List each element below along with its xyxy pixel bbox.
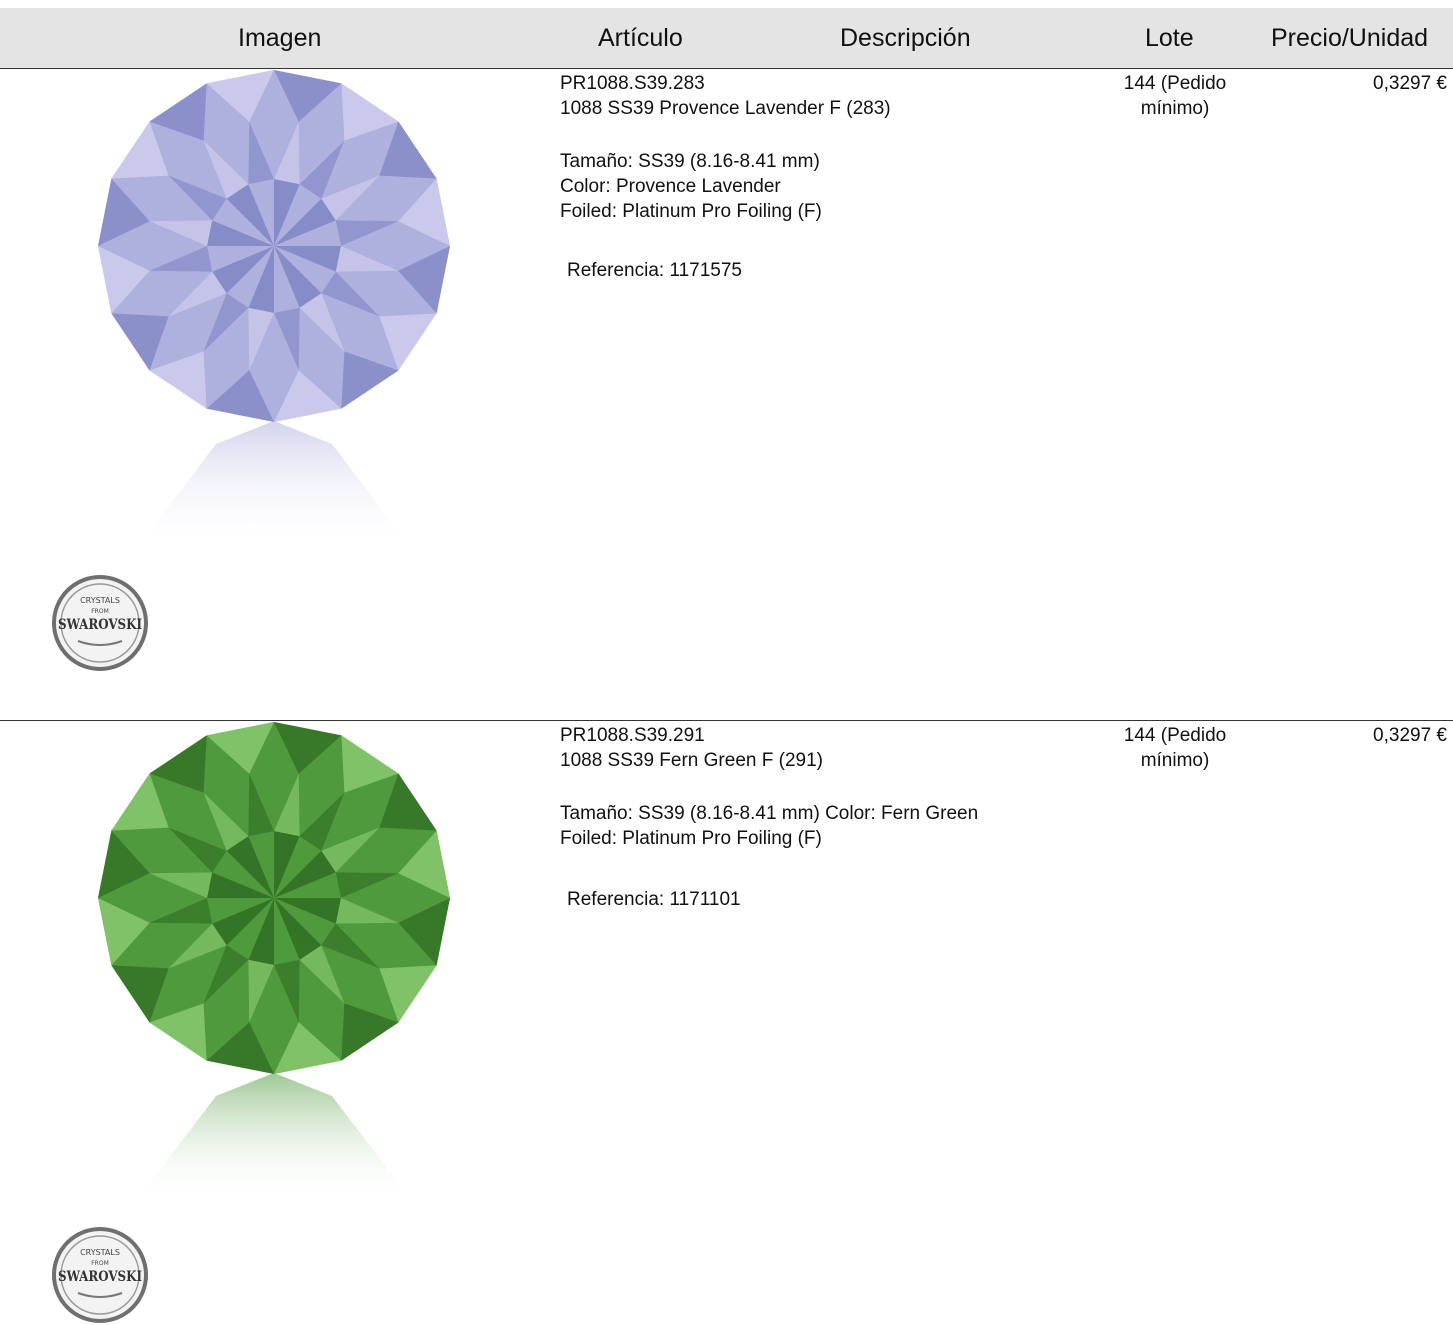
header-descripcion: Descripción (840, 24, 971, 52)
svg-text:FROM: FROM (91, 608, 109, 615)
article-specs: Tamaño: SS39 (8.16-8.41 mm) Color: Fern … (560, 801, 978, 851)
header-imagen: Imagen (238, 24, 322, 52)
lote-line: 144 (Pedido (1123, 725, 1227, 746)
crystal-image[interactable] (96, 69, 452, 559)
spec-line: Foiled: Platinum Pro Foiling (F) (560, 201, 822, 222)
article-name[interactable]: 1088 SS39 Fern Green F (291) (560, 748, 823, 773)
product-row: CRYSTALS FROM SWAROVSKI PR1088.S39.283 108… (0, 69, 1453, 719)
svg-text:CRYSTALS: CRYSTALS (80, 1248, 120, 1257)
unit-price: 0,3297 € (1373, 73, 1447, 94)
spec-line: Tamaño: SS39 (8.16-8.41 mm) (560, 151, 820, 172)
article-specs: Tamaño: SS39 (8.16-8.41 mm) Color: Prove… (560, 149, 822, 224)
product-row: CRYSTALS FROM SWAROVSKI PR1088.S39.291 108… (0, 720, 1453, 1323)
lote-line: mínimo) (1140, 750, 1210, 771)
header-precio: Precio/Unidad (1271, 24, 1429, 52)
article-code[interactable]: PR1088.S39.291 (560, 723, 705, 748)
article-code[interactable]: PR1088.S39.283 (560, 71, 705, 96)
lote-value: 144 (Pedido mínimo) (1100, 71, 1250, 121)
lote-line: mínimo) (1140, 98, 1210, 119)
article-reference: Referencia: 1171575 (567, 260, 742, 281)
lote-value: 144 (Pedido mínimo) (1100, 723, 1250, 773)
unit-price: 0,3297 € (1373, 725, 1447, 746)
spec-line: Color: Provence Lavender (560, 176, 781, 197)
header-lote: Lote (1145, 24, 1194, 52)
table-header: Imagen Artículo Descripción Lote Precio/… (0, 8, 1453, 69)
svg-text:SWAROVSKI: SWAROVSKI (58, 617, 142, 633)
svg-text:CRYSTALS: CRYSTALS (80, 596, 120, 605)
spec-line: Foiled: Platinum Pro Foiling (F) (560, 828, 822, 849)
spec-line: Tamaño: SS39 (8.16-8.41 mm) Color: Fern … (560, 803, 979, 824)
header-articulo: Artículo (598, 24, 683, 52)
svg-text:FROM: FROM (91, 1260, 109, 1267)
article-name[interactable]: 1088 SS39 Provence Lavender F (283) (560, 96, 891, 121)
lote-line: 144 (Pedido (1123, 73, 1227, 94)
crystal-image[interactable] (96, 721, 452, 1211)
article-reference: Referencia: 1171101 (567, 889, 741, 910)
swarovski-logo-icon: CRYSTALS FROM SWAROVSKI (52, 575, 148, 671)
svg-text:SWAROVSKI: SWAROVSKI (58, 1269, 142, 1285)
swarovski-logo-icon: CRYSTALS FROM SWAROVSKI (52, 1227, 148, 1323)
